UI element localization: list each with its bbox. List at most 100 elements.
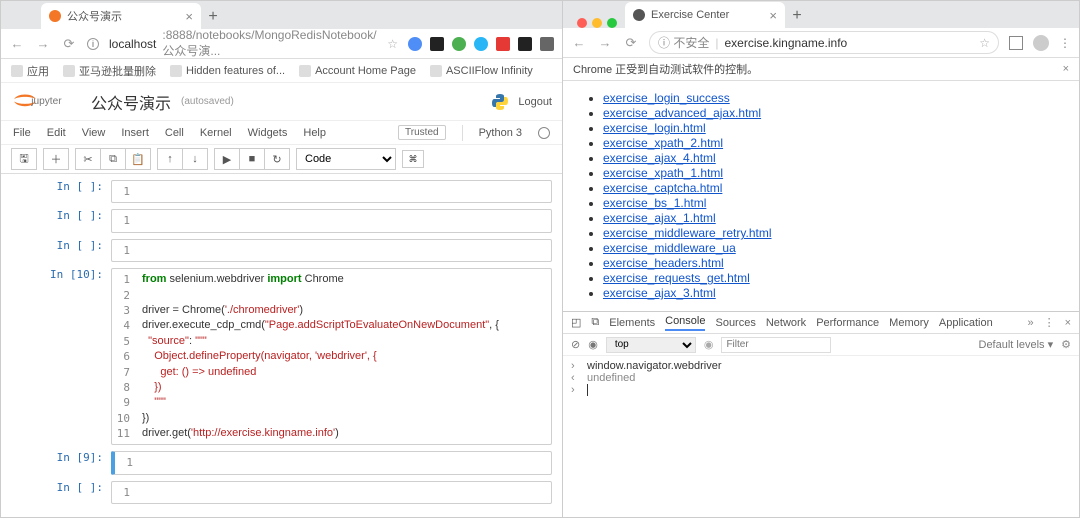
devtools-tab-elements[interactable]: Elements [609, 317, 655, 329]
paste-button[interactable]: 📋 [125, 148, 151, 170]
devtools-tab-memory[interactable]: Memory [889, 317, 929, 329]
insert-cell-button[interactable]: ＋ [43, 148, 69, 170]
command-palette-button[interactable]: ⌘ [402, 150, 424, 168]
browser-tab[interactable]: 公众号演示 × [41, 3, 201, 29]
devtools-tab-performance[interactable]: Performance [816, 317, 879, 329]
window-minimize-button[interactable] [592, 18, 602, 28]
security-info[interactable]: ⓘ 不安全 [658, 34, 709, 51]
exercise-link[interactable]: exercise_middleware_ua [603, 241, 736, 255]
new-tab-button[interactable]: + [201, 5, 225, 29]
address-bar[interactable]: ⓘ 不安全 | exercise.kingname.info ☆ [649, 31, 999, 54]
bookmark-item[interactable]: Hidden features of... [170, 65, 285, 77]
menu-help[interactable]: Help [303, 127, 326, 139]
logout-button[interactable]: Logout [518, 96, 552, 108]
back-button[interactable]: ← [9, 36, 25, 51]
exercise-link[interactable]: exercise_login_success [603, 91, 730, 105]
ext-icon[interactable] [540, 37, 554, 51]
window-zoom-button[interactable] [607, 18, 617, 28]
log-levels[interactable]: Default levels ▾ [979, 338, 1054, 351]
trusted-badge[interactable]: Trusted [398, 125, 446, 140]
exercise-link[interactable]: exercise_headers.html [603, 256, 724, 270]
device-icon[interactable]: ⧉ [591, 316, 599, 329]
exercise-link[interactable]: exercise_requests_get.html [603, 271, 750, 285]
exercise-link[interactable]: exercise_xpath_1.html [603, 166, 723, 180]
ext-icon[interactable] [430, 37, 444, 51]
close-tab-icon[interactable]: × [769, 8, 777, 23]
eye-icon[interactable]: ◉ [704, 338, 714, 351]
exercise-link[interactable]: exercise_bs_1.html [603, 196, 706, 210]
devtools-menu-icon[interactable]: ⋮ [1044, 316, 1055, 329]
browser-tab[interactable]: Exercise Center × [625, 2, 785, 28]
devtools-tab-network[interactable]: Network [766, 317, 806, 329]
star-icon[interactable]: ☆ [979, 36, 990, 50]
bookmark-item[interactable]: Account Home Page [299, 65, 416, 77]
settings-icon[interactable]: ⚙ [1061, 338, 1071, 351]
new-tab-button[interactable]: + [785, 4, 809, 28]
menu-icon[interactable]: ⋮ [1059, 36, 1071, 50]
code-cell[interactable]: 1 [111, 209, 552, 232]
ext-icon[interactable] [496, 37, 510, 51]
run-button[interactable]: ▶ [214, 148, 240, 170]
menu-insert[interactable]: Insert [121, 127, 149, 139]
exercise-link[interactable]: exercise_middleware_retry.html [603, 226, 772, 240]
menu-view[interactable]: View [82, 127, 106, 139]
reload-button[interactable]: ⟳ [61, 36, 77, 52]
exercise-link[interactable]: exercise_ajax_3.html [603, 286, 716, 300]
bookmark-item[interactable]: ASCIIFlow Infinity [430, 65, 533, 77]
cell-type-select[interactable]: Code [296, 148, 396, 170]
bookmark-item[interactable]: 亚马逊批量删除 [63, 63, 156, 79]
star-icon[interactable]: ☆ [387, 37, 398, 51]
code-cell[interactable]: 1 [111, 239, 552, 262]
move-up-button[interactable]: ↑ [157, 148, 183, 170]
menu-file[interactable]: File [13, 127, 31, 139]
kernel-name[interactable]: Python 3 [479, 127, 522, 139]
code-cell[interactable]: 1 [111, 180, 552, 203]
close-tab-icon[interactable]: × [185, 9, 193, 24]
context-select[interactable]: top [606, 337, 696, 353]
eye-icon[interactable]: ◉ [588, 338, 598, 351]
reader-icon[interactable] [1009, 36, 1023, 50]
restart-button[interactable]: ↻ [264, 148, 290, 170]
profile-icon[interactable] [1033, 35, 1049, 51]
devtools-tab-application[interactable]: Application [939, 317, 993, 329]
bookmark-item[interactable]: 应用 [11, 63, 49, 79]
forward-button[interactable]: → [35, 36, 51, 51]
back-button[interactable]: ← [571, 35, 587, 50]
console-input[interactable]: › [571, 384, 1071, 399]
close-devtools-icon[interactable]: × [1065, 317, 1071, 329]
exercise-link[interactable]: exercise_login.html [603, 121, 706, 135]
stop-button[interactable]: ■ [239, 148, 265, 170]
cut-button[interactable]: ✂ [75, 148, 101, 170]
exercise-link[interactable]: exercise_ajax_4.html [603, 151, 716, 165]
menu-kernel[interactable]: Kernel [200, 127, 232, 139]
close-banner-icon[interactable]: × [1063, 63, 1069, 75]
window-close-button[interactable] [577, 18, 587, 28]
exercise-link[interactable]: exercise_xpath_2.html [603, 136, 723, 150]
ext-icon[interactable] [452, 37, 466, 51]
ext-icon[interactable] [408, 37, 422, 51]
address-bar[interactable]: localhost:8888/notebooks/MongoRedisNoteb… [109, 28, 377, 59]
save-button[interactable]: 🖫 [11, 148, 37, 170]
code-cell[interactable]: 1 [111, 451, 552, 474]
more-tabs-icon[interactable]: » [1027, 317, 1033, 329]
inspect-icon[interactable]: ◰ [571, 316, 581, 329]
devtools-tab-sources[interactable]: Sources [715, 317, 755, 329]
clear-console-icon[interactable]: ⊘ [571, 338, 580, 351]
menu-edit[interactable]: Edit [47, 127, 66, 139]
menu-cell[interactable]: Cell [165, 127, 184, 139]
reload-button[interactable]: ⟳ [623, 35, 639, 51]
exercise-link[interactable]: exercise_captcha.html [603, 181, 722, 195]
ext-icon[interactable] [518, 37, 532, 51]
exercise-link[interactable]: exercise_advanced_ajax.html [603, 106, 761, 120]
forward-button[interactable]: → [597, 35, 613, 50]
jupyter-logo[interactable]: jupyter [11, 89, 81, 114]
devtools-tab-console[interactable]: Console [665, 315, 705, 331]
filter-input[interactable] [721, 337, 831, 353]
exercise-link[interactable]: exercise_ajax_1.html [603, 211, 716, 225]
notebook-title[interactable]: 公众号演示 [91, 90, 171, 114]
move-down-button[interactable]: ↓ [182, 148, 208, 170]
code-cell[interactable]: 1234567891011from selenium.webdriver imp… [111, 268, 552, 445]
ext-icon[interactable] [474, 37, 488, 51]
menu-widgets[interactable]: Widgets [248, 127, 288, 139]
site-info-icon[interactable]: i [87, 38, 99, 50]
